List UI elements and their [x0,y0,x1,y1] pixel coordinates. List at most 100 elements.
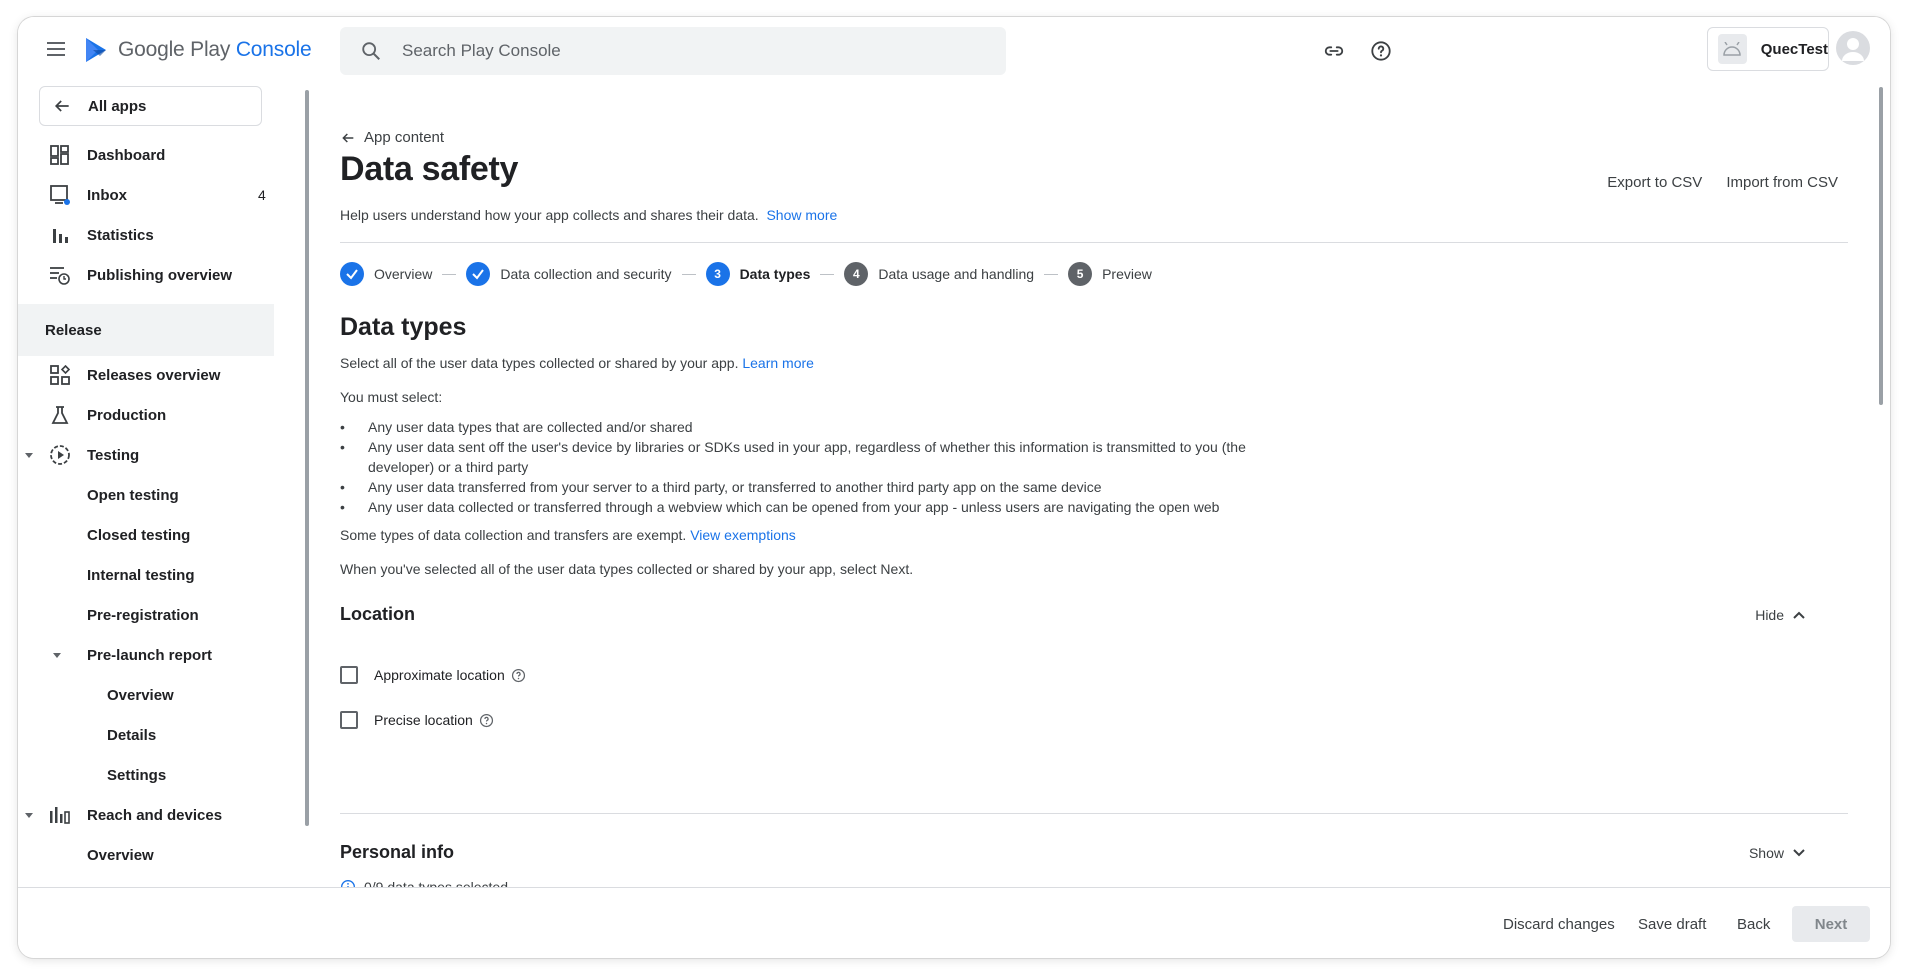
list-item: Any user data transferred from your serv… [340,477,1280,497]
sidebar-item-prelaunch-details[interactable]: Details [18,715,274,755]
help-icon[interactable] [479,712,495,728]
all-apps-button[interactable]: All apps [39,86,262,126]
all-apps-label: All apps [88,97,147,115]
search-input[interactable] [402,41,962,61]
divider [340,242,1848,243]
export-csv-button[interactable]: Export to CSV [1607,174,1702,191]
intro-text: Select all of the user data types collec… [340,355,814,371]
sidebar-item-label: Releases overview [87,366,221,384]
chevron-down-icon [1793,849,1805,857]
account-switcher[interactable]: QuecTest [1707,27,1829,71]
bar-chart-icon [48,223,72,247]
location-hide-toggle[interactable]: Hide [1755,607,1806,623]
sidebar-item-inbox[interactable]: Inbox 4 [18,175,274,215]
toggle-label: Hide [1755,607,1784,623]
sidebar-item-label: Settings [107,766,167,784]
sidebar-item-publishing-overview[interactable]: Publishing overview [18,255,274,295]
checkbox[interactable] [340,666,358,684]
checkbox-label: Approximate location [374,667,505,683]
approximate-location-checkbox[interactable]: Approximate location [340,666,527,684]
precise-location-checkbox[interactable]: Precise location [340,711,495,729]
link-icon[interactable] [1320,37,1348,65]
step-number: 3 [705,262,730,286]
arrow-back-icon [54,100,69,112]
caret-down-icon [25,813,33,818]
play-logo-icon [86,38,106,62]
top-bar: Google Play Console QuecTest [18,17,1890,85]
sidebar-item-production[interactable]: Production [18,395,274,435]
reach-devices-icon [48,803,72,827]
menu-icon[interactable] [44,37,68,61]
check-icon [340,262,364,286]
step-data-collection[interactable]: Data collection and security [466,262,672,286]
help-icon[interactable] [1367,37,1395,65]
logo-text: Google Play Console [118,38,312,61]
avatar[interactable] [1836,31,1870,65]
show-more-link[interactable]: Show more [766,207,837,223]
main-scrollbar[interactable] [1879,87,1883,405]
sidebar-item-label: Overview [107,686,174,704]
sidebar-item-reach-devices[interactable]: Reach and devices [18,795,274,835]
back-to-app-content-link[interactable]: App content [340,129,444,146]
sidebar-item-statistics[interactable]: Statistics [18,215,274,255]
step-separator [1044,273,1059,275]
sidebar-item-reach-overview[interactable]: Overview [18,835,274,875]
step-data-usage[interactable]: 4 Data usage and handling [844,262,1034,286]
help-icon[interactable] [511,667,527,683]
sidebar-item-label: Open testing [87,486,179,504]
step-separator [681,273,696,275]
sidebar-item-closed-testing[interactable]: Closed testing [18,515,274,555]
play-console-logo[interactable]: Google Play Console [84,36,312,64]
next-button[interactable]: Next [1792,906,1870,942]
check-icon [466,262,491,286]
step-separator [820,273,835,275]
caret-down-icon [25,453,33,458]
account-name: QuecTest [1760,40,1828,58]
caret-down-icon [53,653,61,658]
sidebar-item-pre-registration[interactable]: Pre-registration [18,595,274,635]
back-link-label: App content [364,129,445,146]
sidebar-item-label: Overview [87,846,154,864]
sidebar-item-label: Reach and devices [87,806,223,824]
step-overview[interactable]: Overview [340,262,432,286]
save-draft-button[interactable]: Save draft [1638,906,1706,942]
sidebar-item-pre-launch-report[interactable]: Pre-launch report [18,635,274,675]
sidebar-item-prelaunch-overview[interactable]: Overview [18,675,274,715]
page-title: Data safety [340,150,519,188]
search-bar[interactable] [340,27,1006,75]
step-label: Overview [374,266,433,282]
step-preview[interactable]: 5 Preview [1068,262,1152,286]
personal-info-show-toggle[interactable]: Show [1749,845,1806,861]
sidebar-item-dashboard[interactable]: Dashboard [18,135,274,175]
step-label: Preview [1102,266,1152,282]
learn-more-link[interactable]: Learn more [742,355,814,371]
exempt-text: Some types of data collection and transf… [340,527,796,543]
checkbox[interactable] [340,711,358,729]
sidebar-scrollbar[interactable] [305,90,309,826]
step-label: Data usage and handling [878,266,1035,282]
requirements-list: Any user data types that are collected a… [340,417,1280,517]
list-item: Any user data collected or transferred t… [340,497,1280,517]
sidebar-item-label: Internal testing [87,566,195,584]
step-separator [442,273,457,275]
sidebar-item-prelaunch-settings[interactable]: Settings [18,755,274,795]
import-csv-button[interactable]: Import from CSV [1726,174,1838,191]
sidebar-item-testing[interactable]: Testing [18,435,274,475]
sidebar: All apps Dashboard Inbox 4 Statistics Pu… [18,85,274,905]
production-icon [48,403,72,427]
sidebar-item-label: Closed testing [87,526,191,544]
sidebar-item-releases-overview[interactable]: Releases overview [18,355,274,395]
releases-overview-icon [48,363,72,387]
sidebar-item-label: Inbox [87,186,127,204]
back-button[interactable]: Back [1737,906,1770,942]
view-exemptions-link[interactable]: View exemptions [690,527,796,543]
step-data-types[interactable]: 3 Data types [705,262,810,286]
sidebar-item-label: Testing [87,446,140,464]
sidebar-item-open-testing[interactable]: Open testing [18,475,274,515]
sidebar-item-internal-testing[interactable]: Internal testing [18,555,274,595]
search-icon [362,42,380,60]
discard-changes-button[interactable]: Discard changes [1503,906,1615,942]
testing-icon [48,443,72,467]
inbox-count-badge: 4 [258,187,266,203]
sidebar-item-label: Publishing overview [87,266,233,284]
